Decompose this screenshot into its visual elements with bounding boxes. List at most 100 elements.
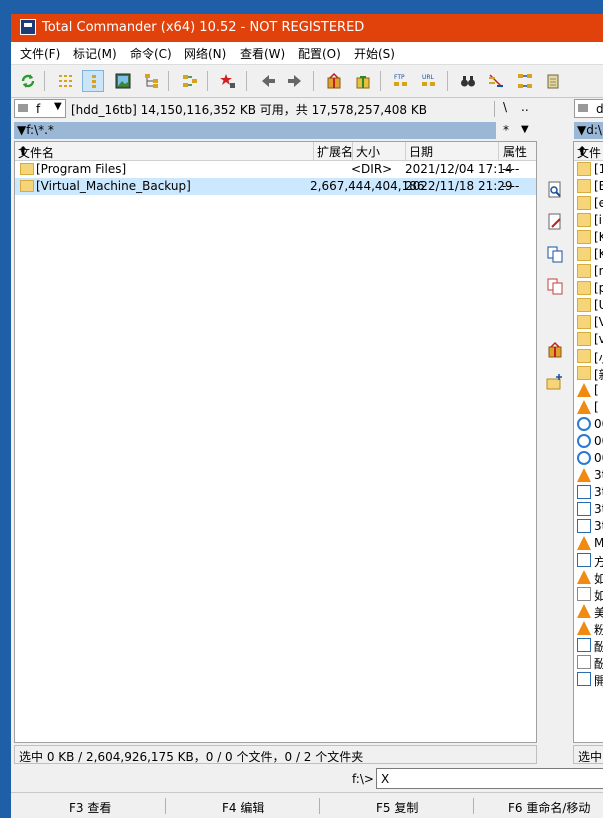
right-list-item[interactable]: 如	[574, 569, 603, 586]
folder-icon	[577, 315, 591, 329]
col-attr-header[interactable]: 属性	[503, 143, 527, 160]
browser-icon	[577, 434, 591, 448]
left-drive-combo[interactable]: f ▼	[14, 99, 66, 118]
right-list-item[interactable]: [V	[574, 314, 603, 331]
left-root-button[interactable]: \	[503, 100, 507, 114]
right-list-item[interactable]: [n	[574, 263, 603, 280]
f3-label: F3 查看	[69, 801, 112, 815]
right-list-item[interactable]: [e	[574, 195, 603, 212]
right-list-item[interactable]: 美	[574, 603, 603, 620]
f3-view-button[interactable]: F3 查看	[11, 793, 165, 818]
f4-edit-button[interactable]: F4 编辑	[165, 793, 319, 818]
forward-button[interactable]	[284, 70, 306, 92]
move-file-icon[interactable]	[546, 277, 564, 295]
right-list-item[interactable]: [U	[574, 297, 603, 314]
col-size-header[interactable]: 大小	[356, 143, 380, 160]
filter-dropdown-icon[interactable]: ▼	[521, 124, 529, 135]
folder-icon	[577, 162, 591, 176]
right-list-item[interactable]: [v	[574, 331, 603, 348]
col-ext-header[interactable]: 扩展名	[317, 143, 353, 160]
right-list-item[interactable]: 3t	[574, 518, 603, 535]
right-list-item[interactable]: 00	[574, 450, 603, 467]
url-button[interactable]: URL	[418, 70, 440, 92]
right-list-item[interactable]: [K	[574, 246, 603, 263]
right-list-item[interactable]: 酚	[574, 654, 603, 671]
menu-net[interactable]: 网络(N)	[184, 45, 226, 62]
left-drive-info: [hdd_16tb] 14,150,116,352 KB 可用，共 17,578…	[71, 103, 427, 117]
right-list-item[interactable]: [p	[574, 280, 603, 297]
folder-icon	[577, 281, 591, 295]
left-up-button[interactable]: ..	[521, 100, 529, 114]
right-list-item[interactable]: [K	[574, 229, 603, 246]
ftp-button[interactable]: FTP	[390, 70, 412, 92]
right-list-item[interactable]: 00	[574, 416, 603, 433]
right-item-name: [1	[594, 162, 603, 176]
pack-button[interactable]	[323, 70, 345, 92]
right-list-item[interactable]: [E	[574, 178, 603, 195]
unpack-button[interactable]	[352, 70, 374, 92]
edit-file-icon[interactable]	[546, 213, 564, 231]
left-path-bar[interactable]: ▼f:\*.*	[14, 122, 496, 139]
search-button[interactable]	[457, 70, 479, 92]
right-file-panel[interactable]: ⬆文件 [1[E[e[il[K[K[n[p[U[V[v[小[新[[0000003…	[573, 141, 603, 743]
right-list-item[interactable]: [新	[574, 365, 603, 382]
notepad-button[interactable]	[542, 70, 564, 92]
vlc-icon	[577, 604, 591, 618]
file-row[interactable]: [Program Files] <DIR> 2021/12/04 17:14 -…	[15, 161, 536, 178]
right-list-item[interactable]: M	[574, 535, 603, 552]
right-list-item[interactable]: 00	[574, 433, 603, 450]
binoculars-icon	[461, 76, 475, 87]
back-button[interactable]	[257, 70, 279, 92]
right-list-item[interactable]: [	[574, 399, 603, 416]
right-list-item[interactable]: 方	[574, 552, 603, 569]
right-list-item[interactable]: 3t	[574, 484, 603, 501]
right-list-item[interactable]: [il	[574, 212, 603, 229]
new-folder-icon[interactable]	[546, 373, 564, 391]
title-bar[interactable]: Total Commander (x64) 10.52 - NOT REGIST…	[11, 14, 603, 42]
vlc-icon	[577, 468, 591, 482]
compare-icon	[183, 75, 197, 87]
right-list-item[interactable]: 酚	[574, 637, 603, 654]
file-row[interactable]: [Virtual_Machine_Backup] 2,667,444,404,1…	[15, 178, 536, 195]
compare-dirs-button[interactable]	[179, 70, 201, 92]
pack-files-icon[interactable]	[546, 341, 564, 359]
sync-dirs-button[interactable]	[514, 70, 536, 92]
tree-view-button[interactable]	[141, 70, 163, 92]
right-list-item[interactable]: 3t	[574, 501, 603, 518]
brief-view-button[interactable]	[55, 70, 77, 92]
view-file-icon[interactable]	[546, 181, 564, 199]
right-item-name: 方	[594, 553, 603, 570]
thumbnail-view-button[interactable]	[112, 70, 134, 92]
file-attr: ----	[502, 179, 520, 193]
f5-copy-button[interactable]: F5 复制	[319, 793, 473, 818]
left-file-panel[interactable]: ⬆ 文件名 扩展名 大小 日期 属性 [Program Files] <DIR> …	[14, 141, 537, 743]
col-date-header[interactable]: 日期	[409, 143, 433, 160]
right-column-header: ⬆ 文件	[574, 142, 603, 161]
right-list-item[interactable]: 開	[574, 671, 603, 688]
full-view-button[interactable]	[82, 70, 104, 92]
full-view-icon	[92, 75, 96, 88]
menu-file[interactable]: 文件(F)	[20, 45, 60, 62]
svg-text:URL: URL	[422, 74, 435, 81]
right-drive-combo[interactable]: d	[574, 99, 603, 118]
right-list-item[interactable]: [小	[574, 348, 603, 365]
right-list-item[interactable]: 3t	[574, 467, 603, 484]
right-list-item[interactable]: [	[574, 382, 603, 399]
right-item-name: 粉	[594, 621, 603, 638]
menu-configuration[interactable]: 配置(O)	[298, 45, 341, 62]
right-list-item[interactable]: [1	[574, 161, 603, 178]
copy-file-icon[interactable]	[546, 245, 564, 263]
menu-start[interactable]: 开始(S)	[354, 45, 395, 62]
command-input[interactable]	[376, 768, 603, 789]
multi-rename-button[interactable]	[485, 70, 507, 92]
menu-show[interactable]: 查看(W)	[240, 45, 285, 62]
refresh-button[interactable]	[17, 70, 39, 92]
right-list-item[interactable]: 如	[574, 586, 603, 603]
menu-mark[interactable]: 标记(M)	[73, 45, 117, 62]
right-path-bar[interactable]: ▼d:\	[574, 122, 603, 139]
left-filter[interactable]: *	[503, 123, 509, 137]
menu-commands[interactable]: 命令(C)	[130, 45, 172, 62]
f6-rename-move-button[interactable]: F6 重命名/移动	[473, 793, 603, 818]
right-list-item[interactable]: 粉	[574, 620, 603, 637]
select-all-button[interactable]	[217, 70, 239, 92]
